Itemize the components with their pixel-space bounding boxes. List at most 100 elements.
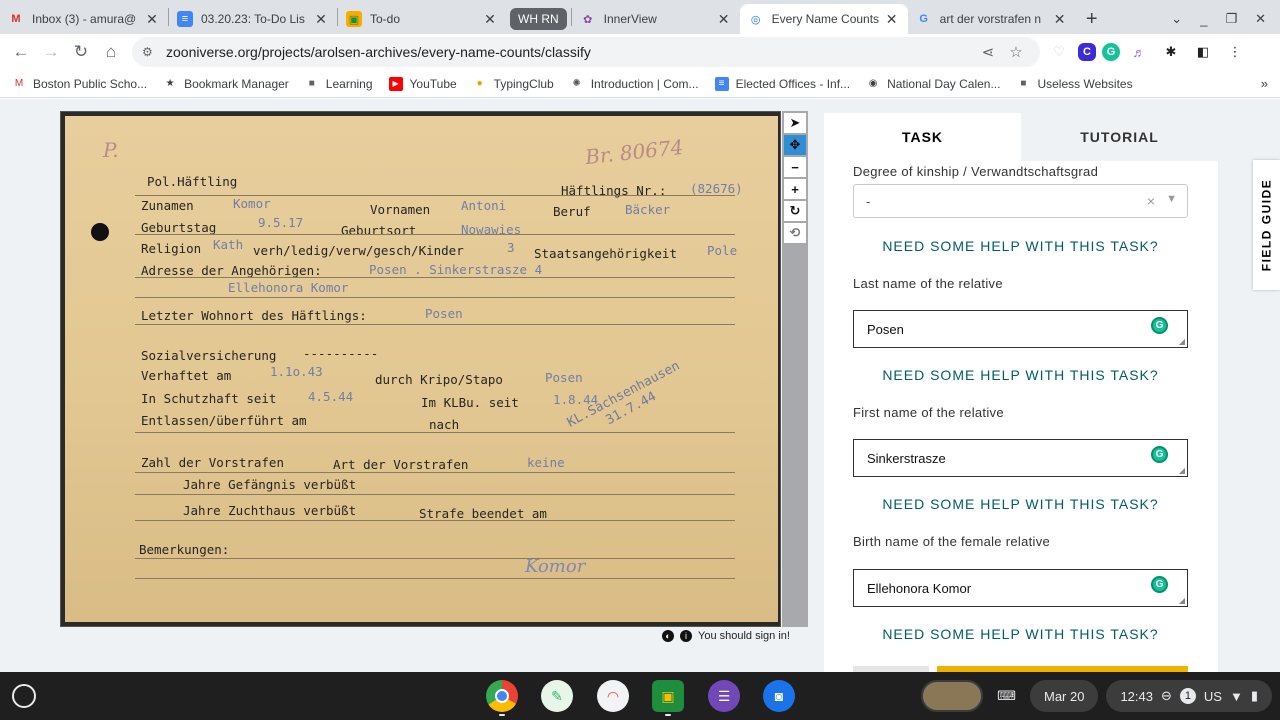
birth-name-field[interactable]: Ellehonora Komor G ◢ (853, 569, 1188, 607)
date-pill[interactable]: Mar 20 (1029, 680, 1099, 712)
sign-in-text[interactable]: You should sign in! (698, 630, 790, 642)
site-info-icon[interactable]: ⚙ (142, 45, 158, 59)
camera-app-icon[interactable]: ◙ (763, 680, 795, 712)
remarks-label: Bemerkungen: (139, 542, 230, 557)
system-tray[interactable]: 12:43 ⊖ 1 US ▼ ▮ (1106, 680, 1272, 712)
chevron-down-icon[interactable]: ▼ (1166, 193, 1177, 205)
chrome-app-icon[interactable] (486, 680, 518, 712)
job-value: Bäcker (625, 202, 671, 217)
social-insurance-value: ---------- (303, 346, 379, 361)
zoom-in-icon[interactable]: + (784, 179, 806, 199)
paint-app-icon[interactable]: ◠ (597, 680, 629, 712)
restore-icon[interactable]: ❐ (1225, 11, 1237, 27)
grammarly-icon[interactable]: G (1151, 317, 1168, 334)
running-indicator (499, 714, 505, 716)
released-label: Entlassen/überführt am (141, 413, 307, 428)
bookmark-star-icon[interactable]: ☆ (1002, 43, 1030, 61)
forms-app-icon[interactable]: ☰ (708, 680, 740, 712)
subject-viewer[interactable]: P. Br. 80674 Pol.Häftling Häftlings Nr.:… (60, 111, 781, 627)
tab-gmail[interactable]: M Inbox (3) - amura@ ✕ (0, 4, 168, 34)
bookmarks-overflow-icon[interactable]: » (1261, 76, 1268, 91)
grammarly-icon[interactable]: G (1151, 446, 1168, 463)
grammarly-extension-icon[interactable]: G (1102, 43, 1120, 61)
pointer-icon[interactable]: ➤ (784, 113, 806, 133)
bookmark-typingclub[interactable]: ● TypingClub (473, 77, 554, 91)
rotate-icon[interactable]: ↻ (784, 201, 806, 221)
help-link-first-name[interactable]: NEED SOME HELP WITH THIS TASK? (853, 496, 1188, 512)
c-extension-icon[interactable]: C (1078, 43, 1096, 61)
classroom-app-icon[interactable]: ▣ (652, 680, 684, 712)
clipboard-icon[interactable]: ⌨ (997, 688, 1016, 704)
contrast-icon[interactable]: ◐ (662, 630, 674, 642)
grammarly-icon[interactable]: G (1151, 576, 1168, 593)
bookmark-learning[interactable]: ■ Learning (305, 77, 373, 91)
clear-icon[interactable]: × (1147, 193, 1155, 209)
gmail-icon: M (14, 78, 24, 89)
zoom-out-icon[interactable]: − (784, 157, 806, 177)
close-window-icon[interactable]: ✕ (1255, 11, 1266, 27)
tab-every-name-counts[interactable]: ◎ Every Name Counts ✕ (739, 4, 908, 34)
tab-task[interactable]: TASK (824, 113, 1021, 161)
bookmark-boston-public-schools[interactable]: M Boston Public Scho... (12, 77, 147, 91)
close-tab-icon[interactable]: ✕ (313, 11, 329, 28)
close-tab-icon[interactable]: ✕ (482, 11, 498, 28)
last-name-field[interactable]: Posen G ◢ (853, 310, 1188, 348)
close-tab-icon[interactable]: ✕ (884, 11, 900, 28)
launcher-icon[interactable] (12, 684, 36, 708)
url-text[interactable]: zooniverse.org/projects/arolsen-archives… (166, 44, 974, 60)
camp-label: Im KLBu. seit (421, 395, 519, 410)
help-link-last-name[interactable]: NEED SOME HELP WITH THIS TASK? (853, 367, 1188, 383)
surname-value: Komor (233, 196, 271, 211)
minimize-icon[interactable]: _ (1200, 12, 1207, 27)
help-link-birth-name[interactable]: NEED SOME HELP WITH THIS TASK? (853, 626, 1188, 642)
move-icon[interactable]: ✥ (784, 135, 806, 155)
bookmark-label: Boston Public Scho... (33, 76, 148, 91)
tab-group-wh-rn[interactable]: WH RN (506, 4, 571, 34)
bookmark-elected-offices[interactable]: ≡ Elected Offices - Inf... (714, 76, 850, 91)
bookmark-bookmark-manager[interactable]: ★ Bookmark Manager (163, 77, 289, 91)
holding-space-thumbnail[interactable] (921, 680, 984, 712)
tab-title: Inbox (3) - amura@ (32, 12, 137, 26)
bookmark-national-day-calendar[interactable]: ◉ National Day Calen... (866, 77, 1001, 91)
resize-handle-icon[interactable]: ◢ (1179, 596, 1185, 605)
folder-icon: ■ (308, 78, 315, 89)
evernote-app-icon[interactable]: ✎ (541, 680, 573, 712)
close-tab-icon[interactable]: ✕ (144, 11, 160, 28)
first-name-field[interactable]: Sinkerstrasze G ◢ (853, 439, 1188, 477)
tab-tutorial[interactable]: TUTORIAL (1021, 113, 1218, 161)
reload-icon[interactable]: ↻ (66, 37, 96, 67)
tab-todo[interactable]: ▣ To-do ✕ (338, 4, 506, 34)
bookmark-useless-websites[interactable]: ■ Useless Websites (1016, 77, 1132, 91)
prisoner-number: (82676) (690, 181, 743, 196)
tab-search-icon[interactable]: ⌄ (1171, 11, 1182, 27)
new-tab-button[interactable]: + (1076, 4, 1108, 34)
help-link-kinship[interactable]: NEED SOME HELP WITH THIS TASK? (853, 238, 1188, 254)
extensions-puzzle-icon[interactable]: ✱ (1158, 39, 1184, 65)
resize-handle-icon[interactable]: ◢ (1179, 466, 1185, 475)
close-tab-icon[interactable]: ✕ (716, 11, 732, 28)
card-rule (135, 472, 735, 473)
info-icon[interactable]: i (680, 630, 692, 642)
back-icon[interactable]: ← (6, 37, 36, 67)
bookmark-youtube[interactable]: ▶ YouTube (388, 76, 457, 91)
home-icon[interactable]: ⌂ (96, 37, 126, 67)
kinship-label: Degree of kinship / Verwandtschaftsgrad (853, 164, 1099, 179)
bookmark-label: Introduction | Com... (590, 76, 699, 91)
share-icon[interactable]: ⋖ (974, 43, 1002, 61)
resize-handle-icon[interactable]: ◢ (1179, 337, 1185, 346)
menu-kebab-icon[interactable]: ⋮ (1222, 39, 1248, 65)
reset-view-icon[interactable]: ⟲ (784, 223, 806, 243)
mote-extension-icon[interactable]: ♬ (1126, 39, 1152, 65)
forward-icon[interactable]: → (36, 37, 66, 67)
tab-innerview[interactable]: ✿ InnerView ✕ (572, 4, 740, 34)
corner-mark: P. (103, 138, 119, 162)
close-tab-icon[interactable]: ✕ (1052, 11, 1068, 28)
side-panel-icon[interactable]: ◧ (1190, 39, 1216, 65)
bookmark-introduction[interactable]: ✺ Introduction | Com... (570, 77, 699, 91)
address-bar[interactable]: ⚙ zooniverse.org/projects/arolsen-archiv… (132, 37, 1040, 67)
tab-google-search[interactable]: G art der vorstrafen n ✕ (908, 4, 1076, 34)
heart-extension-icon[interactable]: ♡ (1046, 39, 1072, 65)
kinship-select[interactable]: - × ▼ (853, 184, 1188, 218)
tab-todo-list[interactable]: ≡ 03.20.23: To-Do Lis ✕ (169, 4, 337, 34)
field-guide-button[interactable]: FIELD GUIDE (1253, 160, 1280, 290)
